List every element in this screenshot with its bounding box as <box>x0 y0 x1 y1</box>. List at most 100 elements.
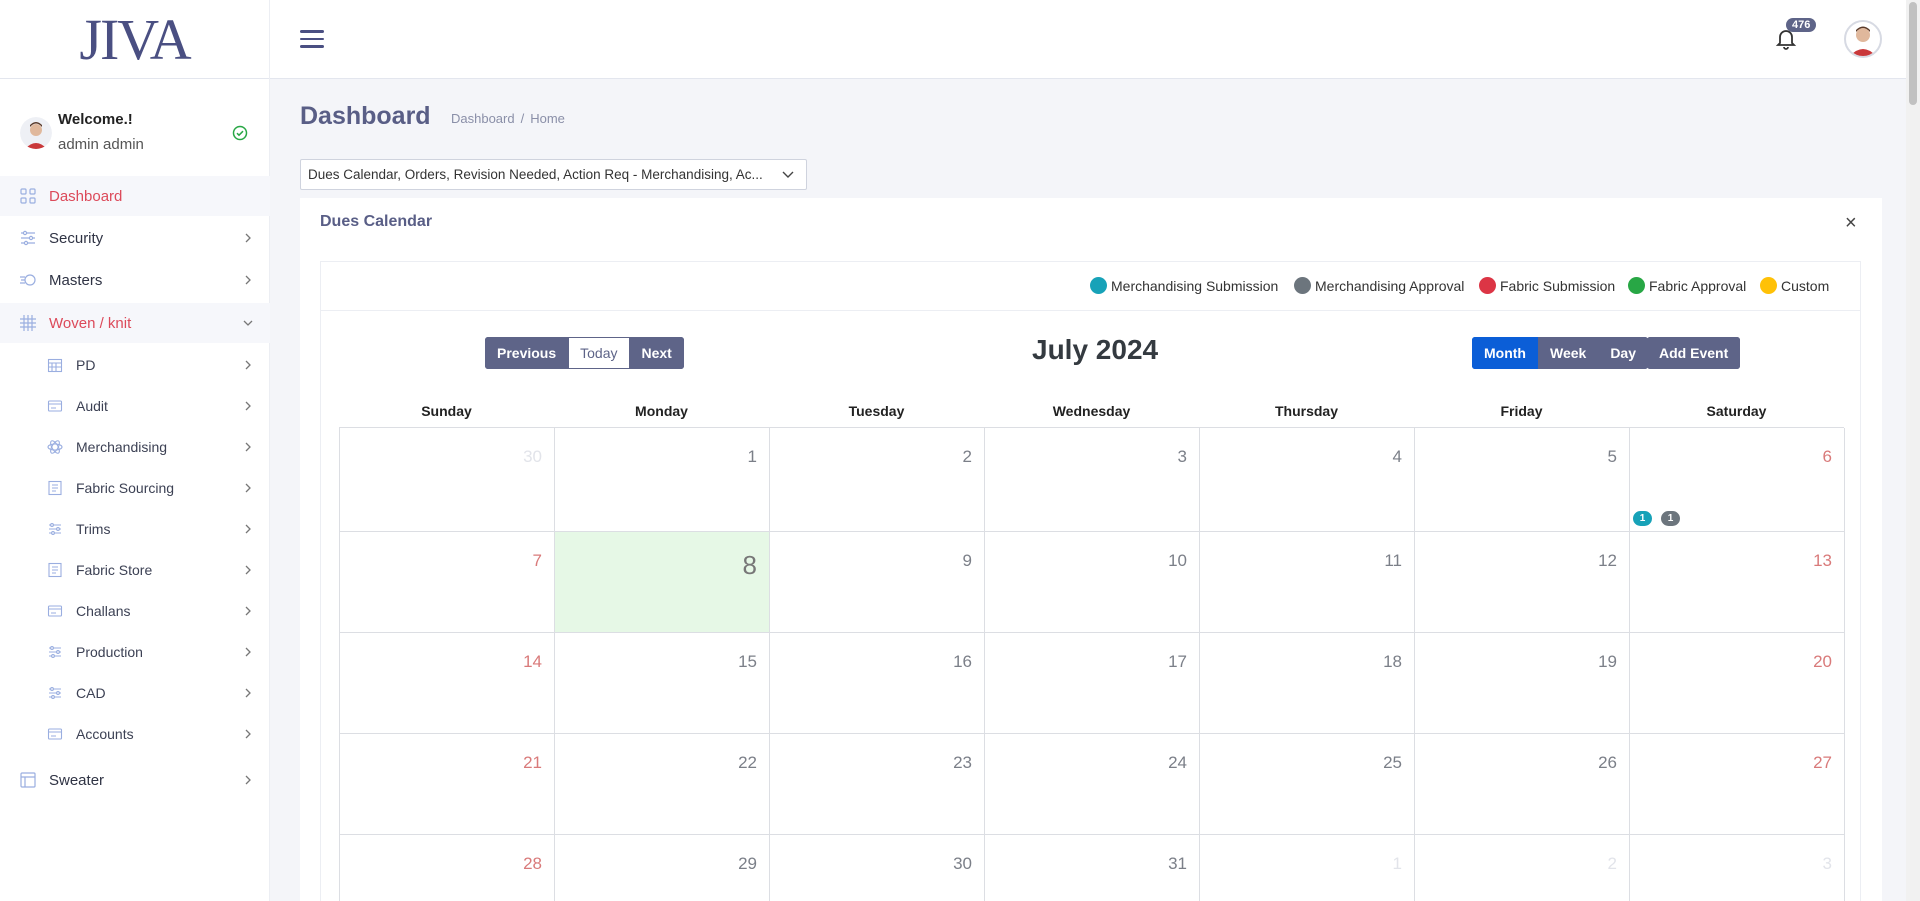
sidebar-subitem-fabric-store[interactable]: Fabric Store <box>0 552 270 588</box>
sidebar-item-masters[interactable]: Masters <box>0 260 270 300</box>
calendar-day-cell[interactable]: 7 <box>340 532 555 633</box>
calendar-day-cell[interactable]: 30 <box>770 835 985 901</box>
sliders-icon <box>49 687 61 699</box>
hash-icon <box>20 315 36 331</box>
calendar-day-cell[interactable]: 17 <box>985 633 1200 734</box>
sidebar-item-dashboard[interactable]: Dashboard <box>0 176 270 216</box>
sidebar-subitem-production[interactable]: Production <box>0 634 270 670</box>
sidebar-subitem-trims[interactable]: Trims <box>0 511 270 547</box>
calendar-day-cell[interactable]: 21 <box>340 734 555 835</box>
calendar-day-cell[interactable]: 19 <box>1415 633 1630 734</box>
sidebar-item-label: Woven / knit <box>49 314 132 332</box>
day-number: 12 <box>1598 551 1617 570</box>
sidebar-avatar <box>20 117 52 149</box>
calendar-day-cell[interactable]: 1 <box>555 428 770 532</box>
calendar-day-cell[interactable]: 16 <box>770 633 985 734</box>
calendar-day-cell[interactable]: 18 <box>1200 633 1415 734</box>
card-icon <box>47 728 63 740</box>
calendar-day-cell[interactable]: 1 <box>1200 835 1415 901</box>
calendar-day-cell[interactable]: 29 <box>555 835 770 901</box>
calendar-legend: Merchandising Submission Merchandising A… <box>321 262 1860 311</box>
sidebar-subitem-label: Production <box>76 644 143 660</box>
sidebar-subitem-merchandising[interactable]: Merchandising <box>0 429 270 465</box>
event-count-badge[interactable]: 1 <box>1661 511 1680 526</box>
calendar-day-cell[interactable]: 9 <box>770 532 985 633</box>
day-number: 11 <box>1384 551 1402 570</box>
legend-label: Merchandising Approval <box>1315 277 1465 294</box>
sidebar-item-sweater[interactable]: Sweater <box>0 760 270 800</box>
calendar-day-cell[interactable]: 30 <box>340 428 555 532</box>
app-logo[interactable]: JIVA <box>79 10 191 69</box>
week-view-button[interactable]: Week <box>1537 337 1599 369</box>
previous-button[interactable]: Previous <box>485 337 569 369</box>
user-name: admin admin <box>58 136 144 153</box>
calendar-day-cell[interactable]: 3 <box>1630 835 1845 901</box>
calendar-day-cell[interactable]: 25 <box>1200 734 1415 835</box>
event-count-badge[interactable]: 1 <box>1633 511 1652 526</box>
sidebar-subitem-fabric-sourcing[interactable]: Fabric Sourcing <box>0 470 270 506</box>
day-number: 30 <box>953 854 972 873</box>
calendar-day-cell[interactable]: 22 <box>555 734 770 835</box>
sidebar-subitem-label: Fabric Store <box>76 562 153 578</box>
menu-toggle-icon[interactable] <box>300 30 324 50</box>
calendar-day-cell[interactable]: 12 <box>1415 532 1630 633</box>
calendar-day-cell-today[interactable]: 8 <box>555 532 770 633</box>
calendar-day-cell[interactable]: 15 <box>555 633 770 734</box>
add-event-button[interactable]: Add Event <box>1647 337 1741 369</box>
sidebar-item-woven-knit[interactable]: Woven / knit <box>0 303 270 343</box>
legend-dot <box>1294 277 1311 294</box>
card-title: Dues Calendar <box>320 213 433 230</box>
calendar-day-cell[interactable]: 2 <box>1415 835 1630 901</box>
calendar-day-cell[interactable]: 6 1 1 <box>1630 428 1845 532</box>
sidebar-subitem-pd[interactable]: PD <box>0 347 270 383</box>
sidebar-item-security[interactable]: Security <box>0 218 270 258</box>
sliders-icon <box>21 230 35 246</box>
calendar-day-cell[interactable]: 14 <box>340 633 555 734</box>
card-icon <box>47 605 63 617</box>
widget-multiselect[interactable]: Dues Calendar, Orders, Revision Needed, … <box>300 159 807 190</box>
next-button[interactable]: Next <box>629 337 684 369</box>
calendar-day-cell[interactable]: 10 <box>985 532 1200 633</box>
sidebar-subitem-label: Accounts <box>76 726 134 742</box>
weekday-header: Thursday <box>1274 403 1338 419</box>
sidebar-subitem-cad[interactable]: CAD <box>0 675 270 711</box>
calendar-day-cell[interactable]: 11 <box>1200 532 1415 633</box>
calendar-day-cell[interactable]: 3 <box>985 428 1200 532</box>
close-icon[interactable]: × <box>1845 212 1857 235</box>
breadcrumb-current: Home <box>530 111 565 126</box>
day-number: 30 <box>523 447 542 466</box>
calendar-day-cell[interactable]: 2 <box>770 428 985 532</box>
chevron-right-icon <box>245 606 251 616</box>
calendar-day-cell[interactable]: 27 <box>1630 734 1845 835</box>
calendar-day-cell[interactable]: 5 <box>1415 428 1630 532</box>
sidebar-item-label: Security <box>49 229 104 247</box>
sidebar-subitem-audit[interactable]: Audit <box>0 388 270 424</box>
scrollbar-thumb[interactable] <box>1909 2 1917 105</box>
chevron-right-icon <box>245 647 251 657</box>
day-view-button[interactable]: Day <box>1598 337 1648 369</box>
month-view-button[interactable]: Month <box>1472 337 1538 369</box>
page-scrollbar[interactable] <box>1906 0 1920 901</box>
today-button[interactable]: Today <box>568 337 630 369</box>
breadcrumb-dashboard-link[interactable]: Dashboard <box>451 111 515 126</box>
weekday-header: Monday <box>635 403 688 419</box>
calendar-day-cell[interactable]: 20 <box>1630 633 1845 734</box>
calendar-day-cell[interactable]: 26 <box>1415 734 1630 835</box>
calendar-day-cell[interactable]: 4 <box>1200 428 1415 532</box>
chevron-right-icon <box>245 275 251 285</box>
calendar-day-cell[interactable]: 28 <box>340 835 555 901</box>
widget-multiselect-value: Dues Calendar, Orders, Revision Needed, … <box>308 167 763 182</box>
weekday-header: Saturday <box>1706 403 1767 419</box>
calendar-day-cell[interactable]: 31 <box>985 835 1200 901</box>
calendar-day-cell[interactable]: 13 <box>1630 532 1845 633</box>
day-number: 17 <box>1168 652 1187 671</box>
day-number: 21 <box>523 753 542 772</box>
calendar-day-cell[interactable]: 24 <box>985 734 1200 835</box>
sidebar-subitem-accounts[interactable]: Accounts <box>0 716 270 752</box>
sidebar-subitem-challans[interactable]: Challans <box>0 593 270 629</box>
user-avatar[interactable] <box>1844 20 1882 58</box>
day-number: 4 <box>1392 447 1402 466</box>
calendar-day-cell[interactable]: 23 <box>770 734 985 835</box>
document-icon <box>48 480 62 496</box>
sidebar-subitem-label: Challans <box>76 603 131 619</box>
